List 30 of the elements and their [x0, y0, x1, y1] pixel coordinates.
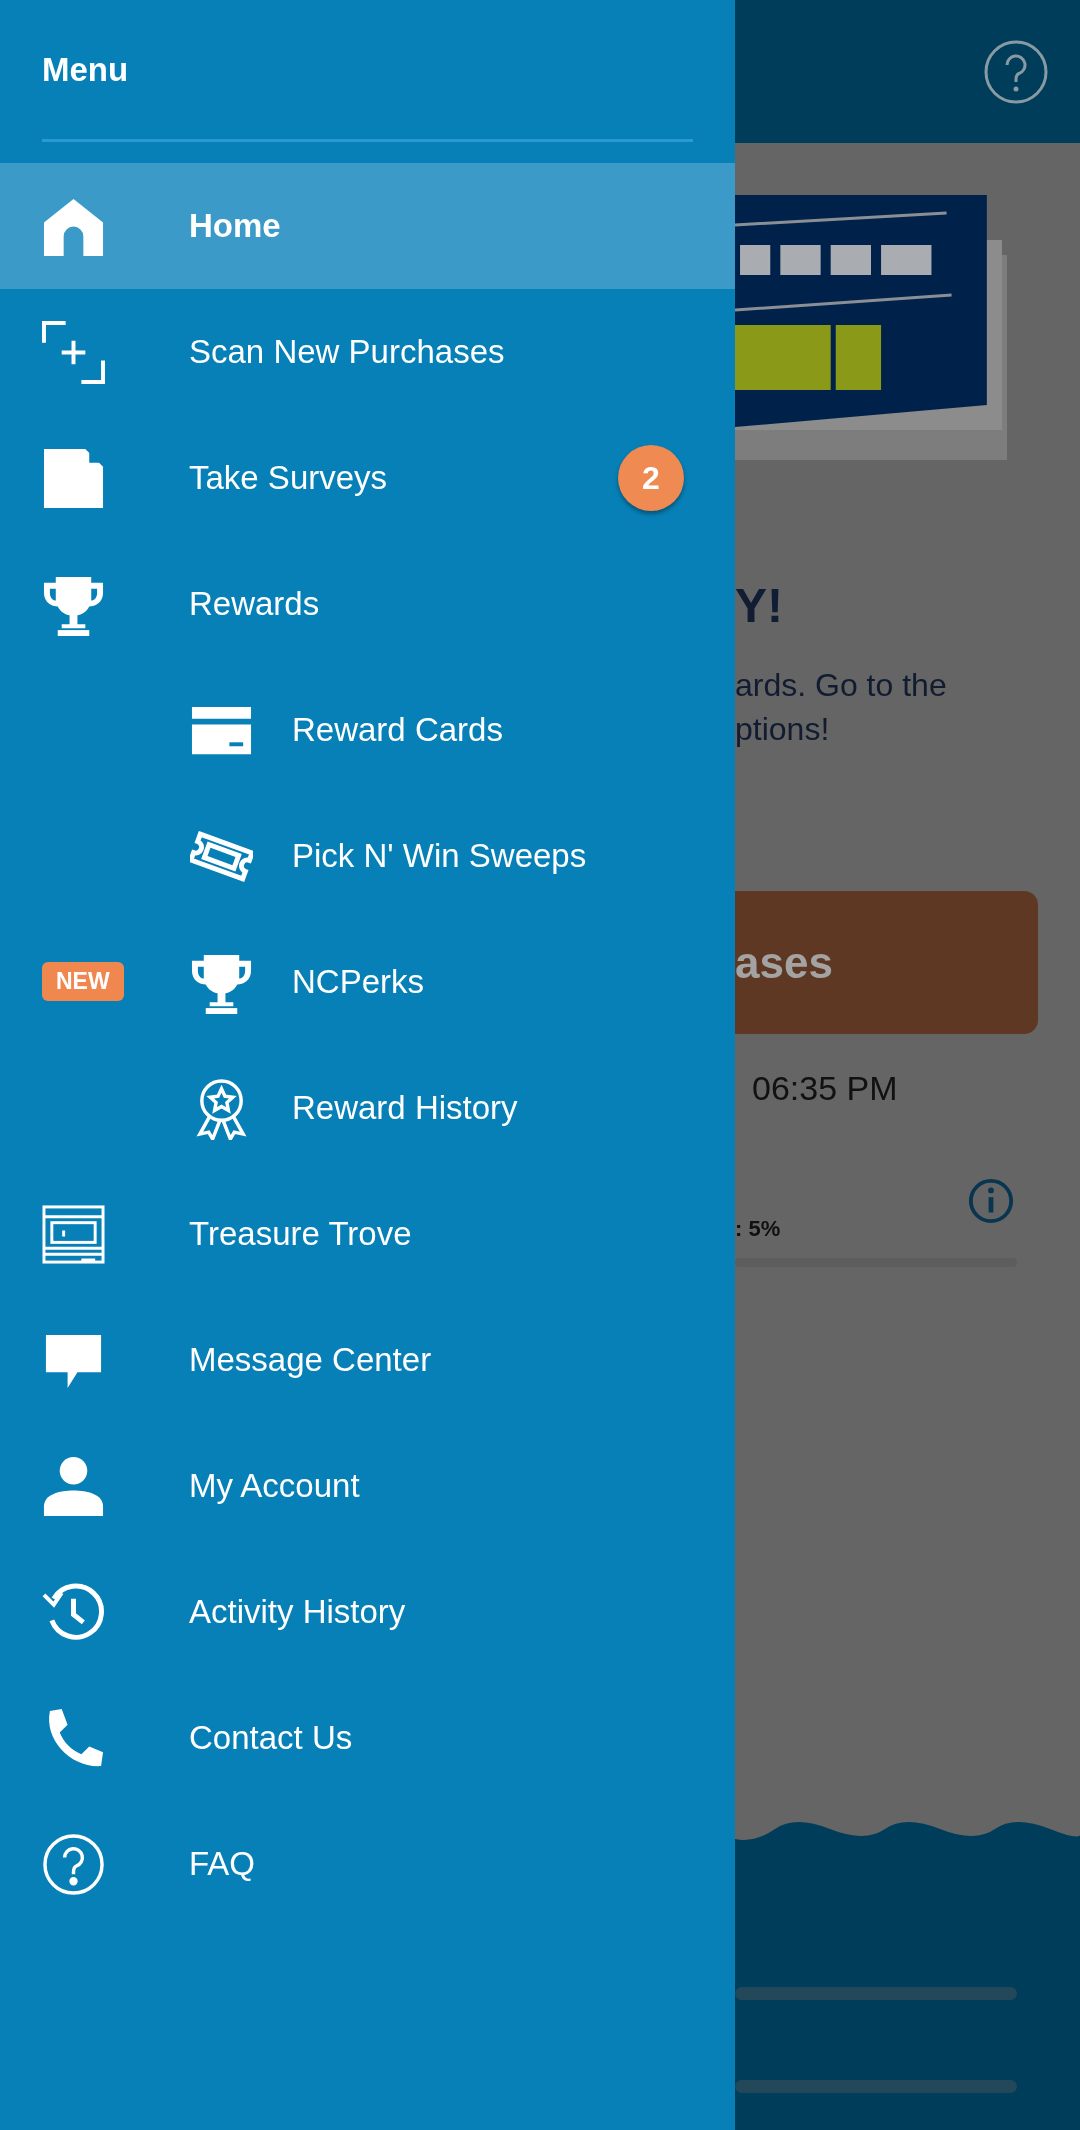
progress-label: : 5% [735, 1216, 781, 1242]
date-time: 06:35 PM [752, 1069, 898, 1108]
scan-add-icon [42, 320, 105, 384]
person-icon [42, 1454, 105, 1518]
menu-item[interactable]: Pick N' Win Sweeps [0, 793, 735, 919]
body-text: ptions! [735, 710, 830, 749]
menu-item[interactable]: Home [0, 163, 735, 289]
document-icon [42, 446, 105, 510]
menu-title: Menu [42, 50, 129, 89]
menu-item[interactable]: Scan New Purchases [0, 289, 735, 415]
menu-item[interactable]: Contact Us [0, 1675, 735, 1801]
arcade-icon [42, 1202, 105, 1266]
help-icon [42, 1832, 105, 1896]
menu-item[interactable]: Take Surveys 2 [0, 415, 735, 541]
scan-button[interactable]: ases [735, 891, 1038, 1034]
menu-item[interactable]: NEW NCPerks [0, 919, 735, 1045]
menu-item[interactable]: Reward Cards [0, 667, 735, 793]
info-icon[interactable] [968, 1178, 1014, 1224]
body-text: ards. Go to the [735, 666, 947, 705]
menu-item[interactable]: Activity History [0, 1549, 735, 1675]
help-icon[interactable] [984, 39, 1048, 104]
new-tag: NEW [42, 962, 124, 1001]
menu-item[interactable]: My Account [0, 1423, 735, 1549]
menu-item[interactable]: FAQ [0, 1801, 735, 1927]
heading: Y! [735, 578, 783, 633]
menu-item[interactable]: Rewards [0, 541, 735, 667]
menu-item[interactable]: Reward History [0, 1045, 735, 1171]
count-badge: 2 [618, 445, 684, 511]
menu-item[interactable]: Treasure Trove [0, 1171, 735, 1297]
menu-item[interactable]: Message Center [0, 1297, 735, 1423]
